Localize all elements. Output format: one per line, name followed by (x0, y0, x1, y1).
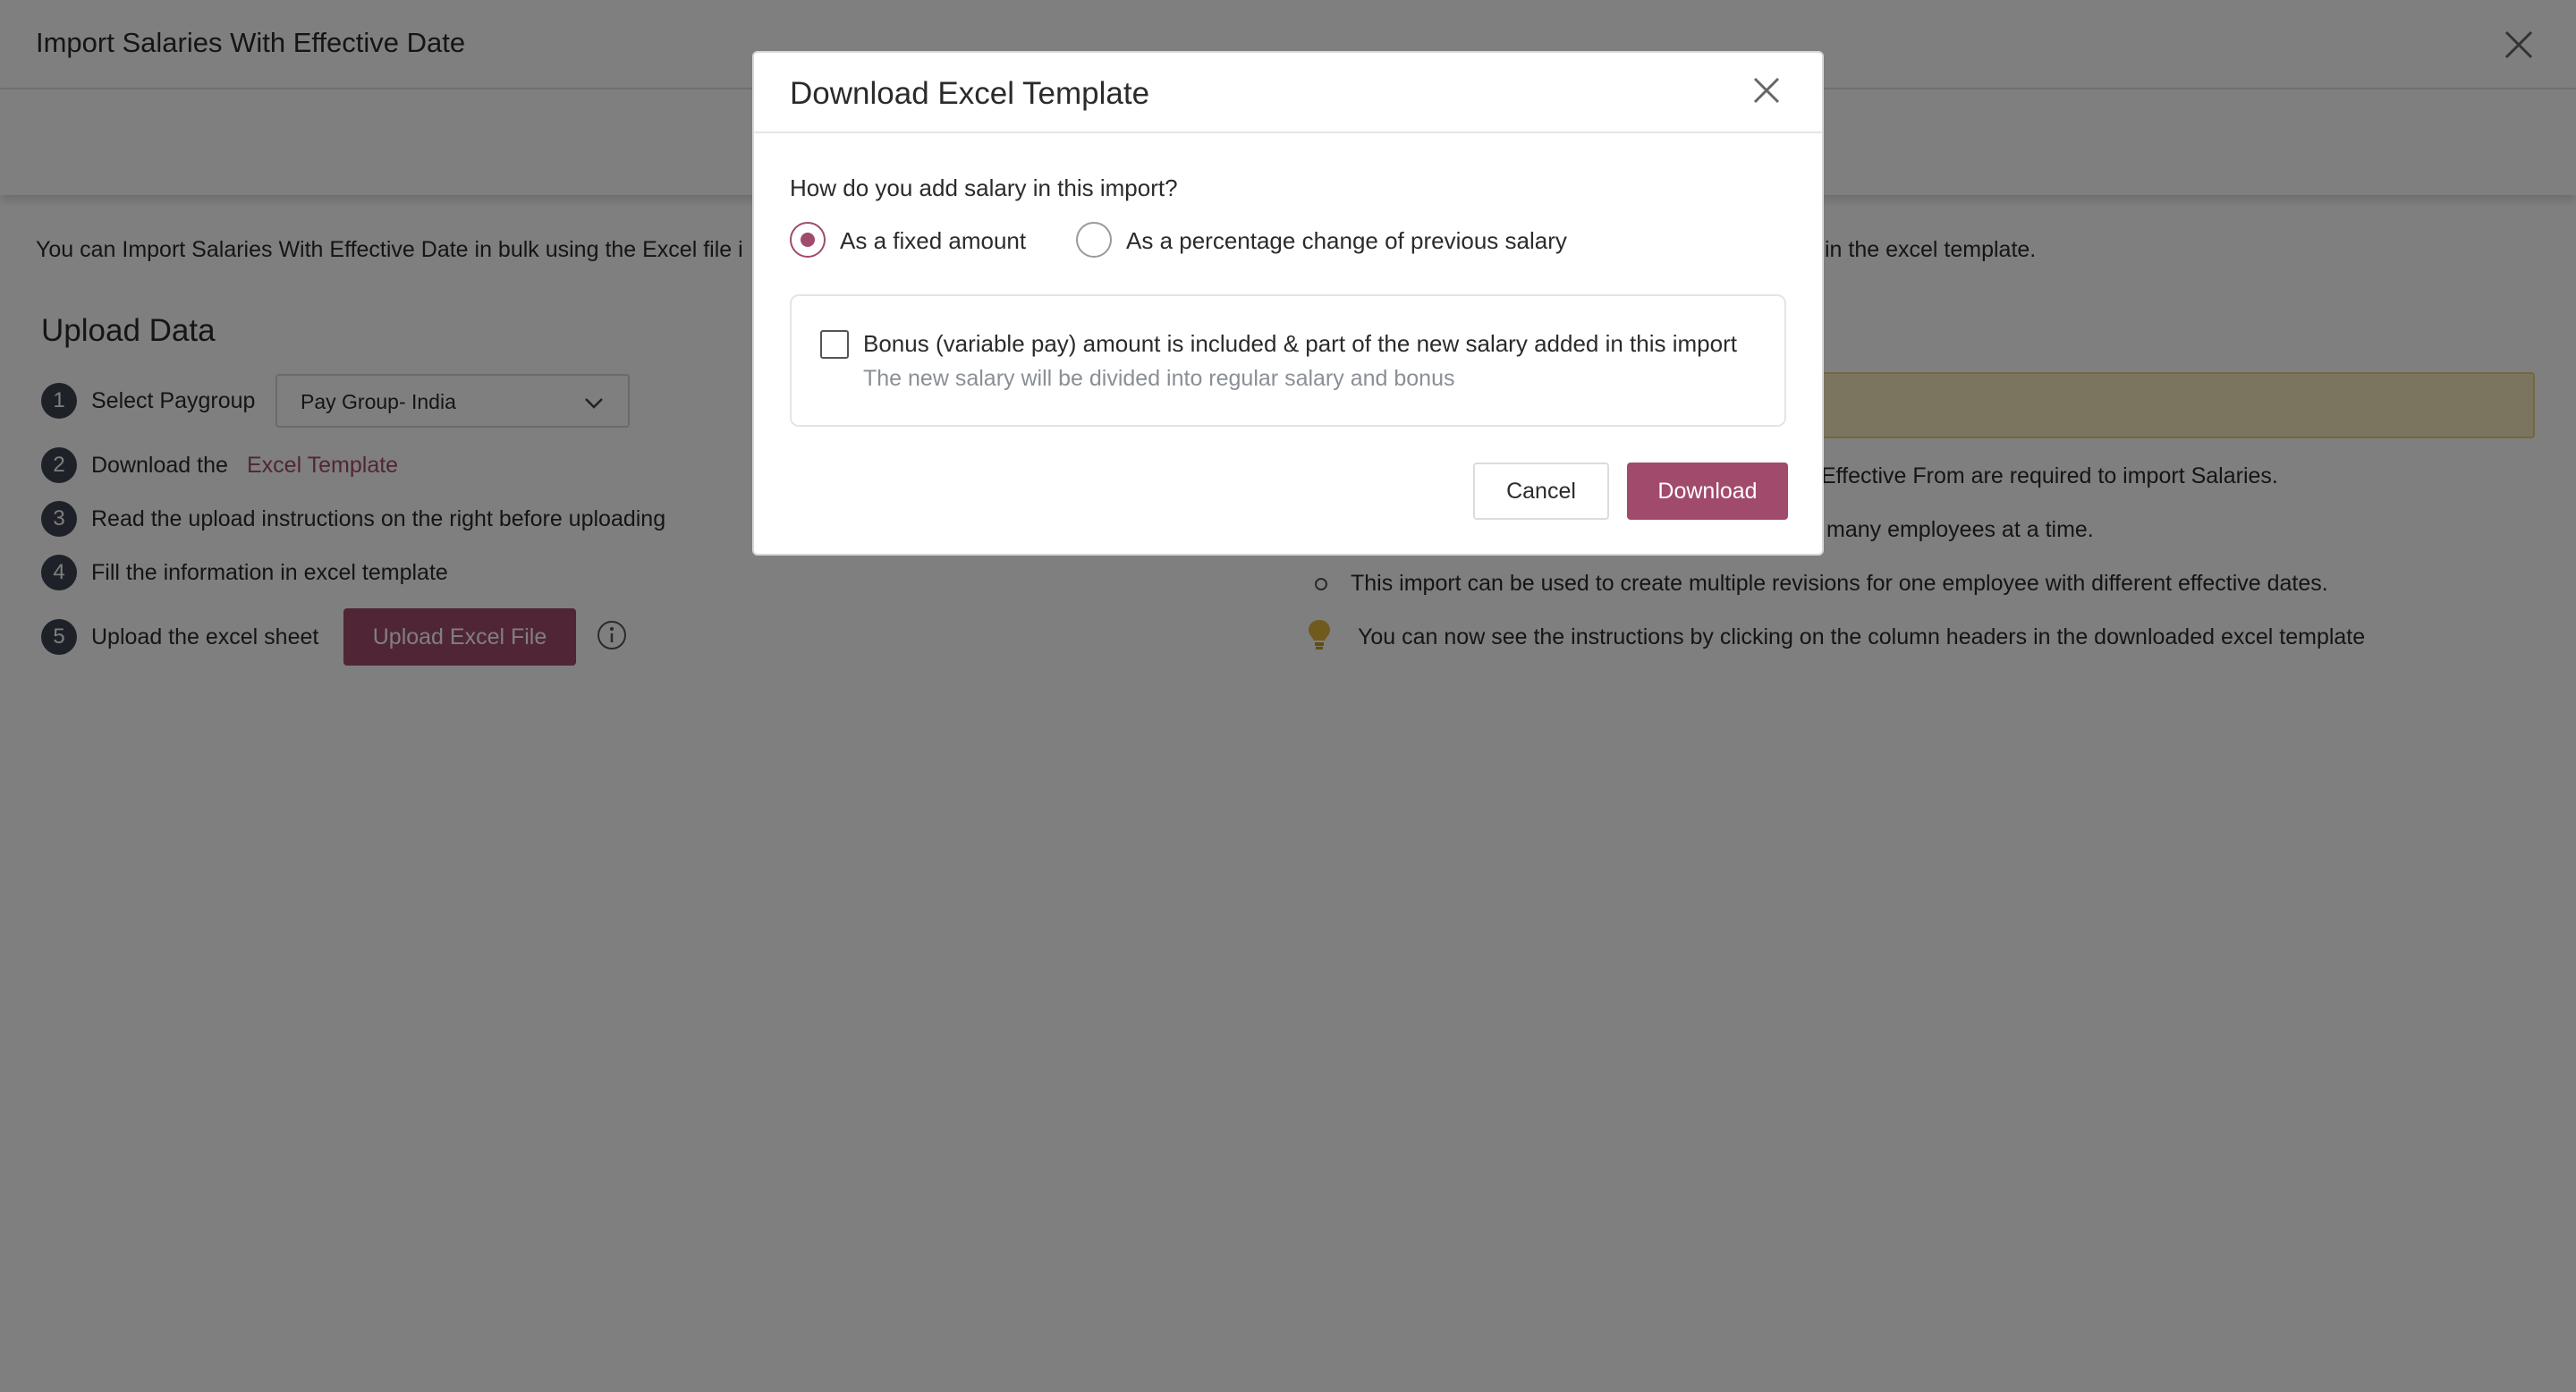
radio-label-percentage-change[interactable]: As a percentage change of previous salar… (1126, 227, 1567, 255)
radio-selected-icon (801, 233, 815, 247)
bonus-option-box: Bonus (variable pay) amount is included … (790, 294, 1786, 427)
salary-mode-question: How do you add salary in this import? (790, 174, 1178, 201)
bonus-checkbox-label[interactable]: Bonus (variable pay) amount is included … (863, 330, 1737, 358)
radio-label-fixed-amount[interactable]: As a fixed amount (840, 227, 1026, 255)
dialog-divider (754, 132, 1822, 133)
radio-percentage-change[interactable] (1076, 222, 1112, 258)
close-icon[interactable] (1749, 72, 1784, 108)
download-template-dialog: Download Excel Template How do you add s… (752, 51, 1824, 556)
download-button[interactable]: Download (1627, 463, 1788, 520)
dialog-title: Download Excel Template (790, 76, 1150, 111)
bonus-checkbox[interactable] (820, 330, 849, 359)
bonus-hint: The new salary will be divided into regu… (863, 366, 1455, 391)
radio-fixed-amount[interactable] (790, 222, 826, 258)
cancel-button[interactable]: Cancel (1473, 463, 1609, 520)
